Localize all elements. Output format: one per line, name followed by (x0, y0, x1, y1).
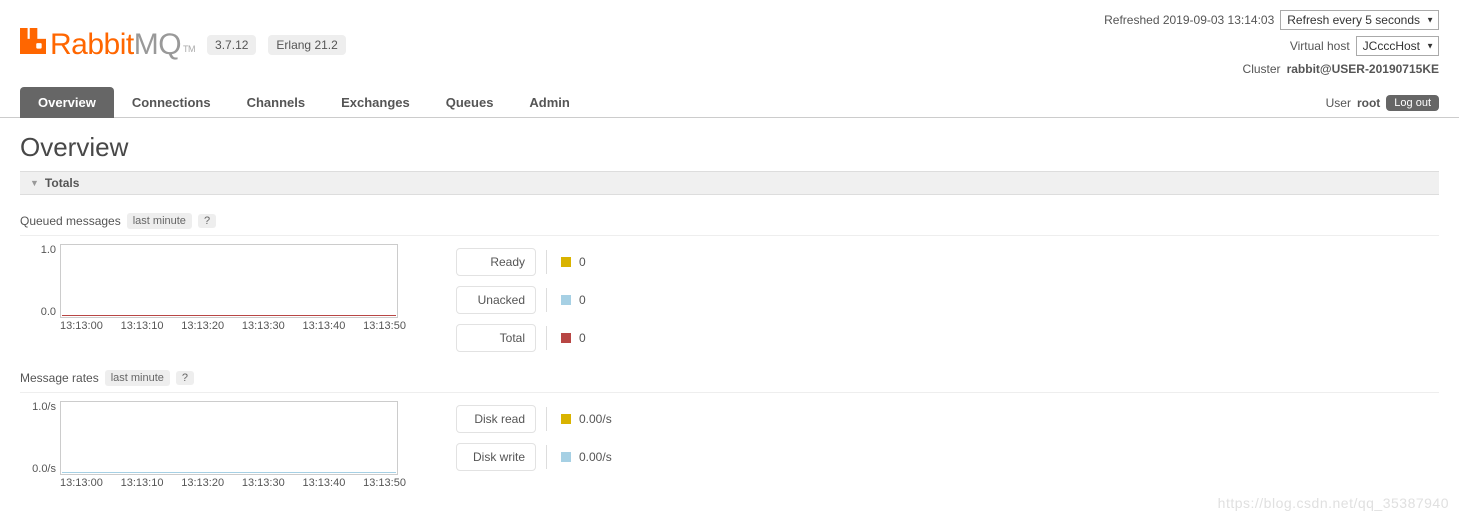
legend-value-unacked: 0 (579, 293, 586, 307)
legend-value-ready: 0 (579, 255, 586, 269)
swatch-diskwrite (561, 452, 571, 462)
nav-tabs: Overview Connections Channels Exchanges … (20, 86, 588, 117)
user-label: User (1326, 96, 1351, 110)
rates-chart: 1.0/s 0.0/s 13:13:00 13:13:10 13:13:20 1… (20, 401, 406, 489)
legend-value-total: 0 (579, 331, 586, 345)
rates-help-chip[interactable]: ? (176, 371, 194, 385)
brand-tm: TM (183, 44, 195, 54)
legend-row-diskread: Disk read 0.00/s (456, 405, 612, 433)
queued-subheader: Queued messages last minute ? (20, 213, 1439, 236)
rates-xlabel: 13:13:30 (242, 477, 285, 489)
rates-range-chip[interactable]: last minute (105, 370, 170, 386)
cluster-label: Cluster (1243, 62, 1281, 76)
tab-exchanges[interactable]: Exchanges (323, 87, 428, 118)
queued-plot-area (60, 244, 398, 318)
queued-xlabel: 13:13:50 (363, 320, 406, 332)
chevron-down-icon: ▼ (30, 178, 39, 188)
version-badge: 3.7.12 (207, 35, 256, 55)
section-totals-header[interactable]: ▼ Totals (20, 171, 1439, 195)
cluster-value: rabbit@USER-20190715KE (1287, 62, 1439, 76)
user-value: root (1357, 96, 1380, 110)
queued-help-chip[interactable]: ? (198, 214, 216, 228)
queued-xlabel: 13:13:10 (121, 320, 164, 332)
rates-title: Message rates (20, 371, 99, 385)
section-totals-label: Totals (45, 176, 79, 190)
legend-label-total[interactable]: Total (456, 324, 536, 352)
swatch-diskread (561, 414, 571, 424)
tab-queues[interactable]: Queues (428, 87, 512, 118)
legend-label-diskread[interactable]: Disk read (456, 405, 536, 433)
legend-row-diskwrite: Disk write 0.00/s (456, 443, 612, 471)
queued-ylabel-bottom: 0.0 (20, 306, 56, 318)
page-title: Overview (20, 132, 1439, 163)
rates-xlabel: 13:13:50 (363, 477, 406, 489)
rates-legend: Disk read 0.00/s Disk write 0.00/s (456, 405, 612, 471)
refresh-interval-select[interactable]: Refresh every 5 seconds (1280, 10, 1439, 30)
logout-button[interactable]: Log out (1386, 95, 1439, 111)
queued-range-chip[interactable]: last minute (127, 213, 192, 229)
legend-label-ready[interactable]: Ready (456, 248, 536, 276)
rates-xlabel: 13:13:10 (121, 477, 164, 489)
rabbitmq-icon (20, 28, 46, 54)
legend-row-unacked: Unacked 0 (456, 286, 586, 314)
rates-xlabel: 13:13:40 (303, 477, 346, 489)
refreshed-label: Refreshed 2019-09-03 13:14:03 (1104, 13, 1274, 27)
legend-label-diskwrite[interactable]: Disk write (456, 443, 536, 471)
legend-row-total: Total 0 (456, 324, 586, 352)
tab-channels[interactable]: Channels (229, 87, 324, 118)
rates-plot-area (60, 401, 398, 475)
queued-xlabel: 13:13:40 (303, 320, 346, 332)
brand-logo: RabbitMQTM (20, 28, 195, 62)
swatch-total (561, 333, 571, 343)
queued-xlabel: 13:13:20 (181, 320, 224, 332)
legend-row-ready: Ready 0 (456, 248, 586, 276)
vhost-label: Virtual host (1290, 39, 1350, 53)
rates-ylabel-bottom: 0.0/s (20, 463, 56, 475)
queued-chart: 1.0 0.0 13:13:00 13:13:10 13:13:20 13:13… (20, 244, 406, 332)
brand-text-mq: MQ (134, 28, 181, 62)
vhost-select[interactable]: JCcccHost (1356, 36, 1439, 56)
tab-admin[interactable]: Admin (511, 87, 587, 118)
rates-ylabel-top: 1.0/s (20, 401, 56, 413)
queued-xlabel: 13:13:00 (60, 320, 103, 332)
tab-overview[interactable]: Overview (20, 87, 114, 118)
legend-label-unacked[interactable]: Unacked (456, 286, 536, 314)
header-right: Refreshed 2019-09-03 13:14:03 Refresh ev… (1104, 10, 1439, 82)
legend-value-diskwrite: 0.00/s (579, 450, 612, 464)
tab-connections[interactable]: Connections (114, 87, 229, 118)
logo-area: RabbitMQTM 3.7.12 Erlang 21.2 (20, 10, 346, 62)
rates-xlabel: 13:13:20 (181, 477, 224, 489)
queued-title: Queued messages (20, 214, 121, 228)
swatch-unacked (561, 295, 571, 305)
queued-legend: Ready 0 Unacked 0 Total 0 (456, 248, 586, 352)
rates-xlabel: 13:13:00 (60, 477, 103, 489)
swatch-ready (561, 257, 571, 267)
queued-xlabel: 13:13:30 (242, 320, 285, 332)
rates-subheader: Message rates last minute ? (20, 370, 1439, 393)
brand-text-rabbit: Rabbit (50, 28, 134, 62)
legend-value-diskread: 0.00/s (579, 412, 612, 426)
erlang-badge: Erlang 21.2 (268, 35, 345, 55)
queued-ylabel-top: 1.0 (20, 244, 56, 256)
